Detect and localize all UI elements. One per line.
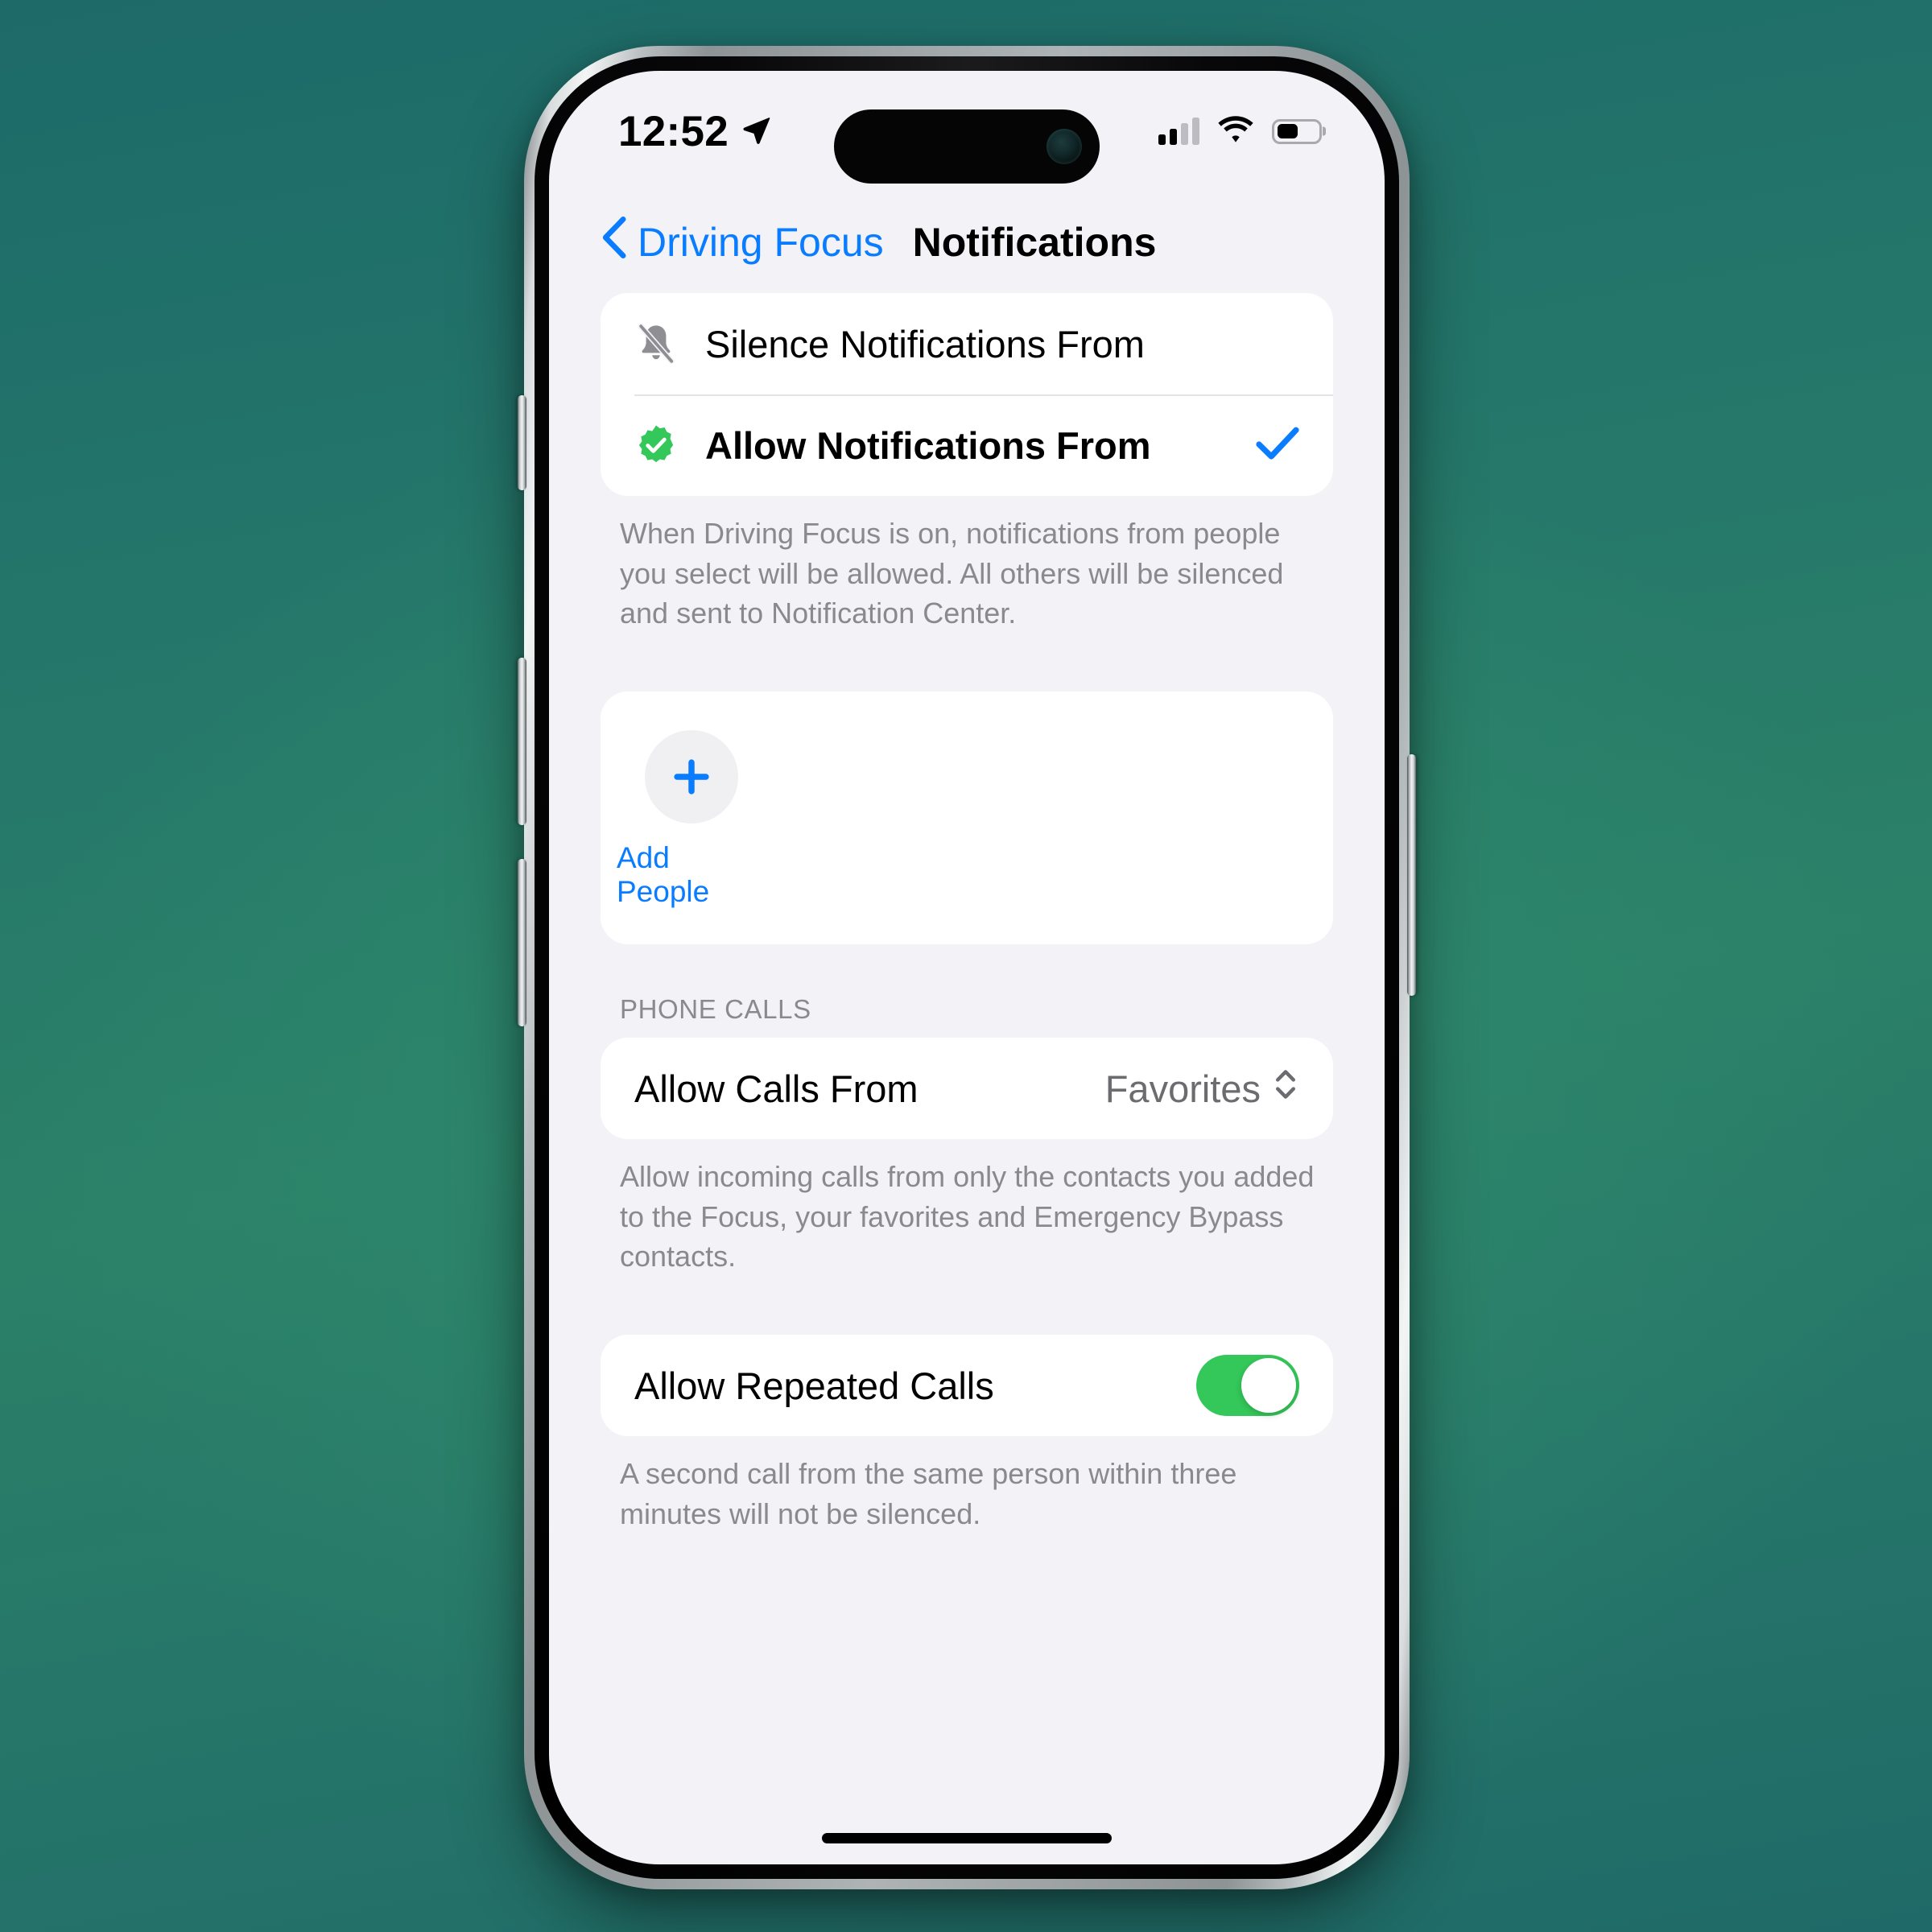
front-camera-icon xyxy=(1046,129,1082,164)
repeated-calls-footnote: A second call from the same person withi… xyxy=(620,1457,1237,1530)
row-allow-repeated-calls[interactable]: Allow Repeated Calls xyxy=(601,1335,1333,1436)
allow-calls-value-text: Favorites xyxy=(1104,1067,1261,1110)
row-label: Allow Calls From xyxy=(634,1067,919,1110)
power-button[interactable] xyxy=(1407,754,1416,996)
phone-calls-section-header: PHONE CALLS xyxy=(620,994,811,1025)
battery-icon xyxy=(1272,118,1322,144)
volume-up-button[interactable] xyxy=(518,658,526,825)
row-label: Silence Notifications From xyxy=(705,322,1145,365)
status-time: 12:52 xyxy=(618,107,729,155)
action-button[interactable] xyxy=(518,395,526,490)
add-people-button[interactable]: Add People xyxy=(617,730,766,909)
mode-footnote: When Driving Focus is on, notifications … xyxy=(620,517,1284,630)
wallpaper-backdrop: 12:52 Driving Focus Notifications Silenc… xyxy=(0,0,1932,1932)
add-people-label: Add People xyxy=(617,841,710,909)
navigation-bar: Driving Focus Notifications xyxy=(549,192,1385,293)
status-bar-right xyxy=(1158,115,1322,147)
row-label: Allow Repeated Calls xyxy=(634,1364,994,1407)
status-bar: 12:52 xyxy=(549,71,1385,192)
status-bar-left: 12:52 xyxy=(618,107,772,156)
battery-fill xyxy=(1277,124,1298,138)
people-card: Add People xyxy=(601,691,1333,945)
toggle-knob xyxy=(1241,1358,1296,1414)
plus-icon xyxy=(645,730,738,824)
back-button-label: Driving Focus xyxy=(638,220,884,265)
volume-down-button[interactable] xyxy=(518,859,526,1026)
phone-screen: 12:52 Driving Focus Notifications Silenc… xyxy=(549,71,1385,1864)
repeated-calls-card: Allow Repeated Calls xyxy=(601,1335,1333,1437)
checkmark-icon xyxy=(1256,426,1299,465)
iphone-device: 12:52 Driving Focus Notifications Silenc… xyxy=(518,46,1416,1889)
green-check-badge-icon xyxy=(634,423,678,467)
chevron-up-down-icon xyxy=(1272,1065,1299,1113)
page-title: Notifications xyxy=(912,220,1157,265)
back-button[interactable]: Driving Focus xyxy=(602,217,884,268)
bell-slash-icon xyxy=(634,322,678,365)
row-silence-notifications-from[interactable]: Silence Notifications From xyxy=(601,293,1333,394)
cellular-signal-icon xyxy=(1158,118,1199,145)
allow-calls-card: Allow Calls From Favorites xyxy=(601,1038,1333,1140)
row-allow-calls-from[interactable]: Allow Calls From Favorites xyxy=(601,1038,1333,1139)
location-arrow-icon xyxy=(740,114,772,150)
allow-calls-value: Favorites xyxy=(1105,1065,1299,1113)
allow-repeated-calls-toggle[interactable] xyxy=(1196,1355,1299,1417)
notification-mode-card: Silence Notifications From Allow Notific… xyxy=(601,293,1333,496)
row-allow-notifications-from[interactable]: Allow Notifications From xyxy=(601,394,1333,496)
row-label: Allow Notifications From xyxy=(705,423,1151,467)
allow-calls-footnote: Allow incoming calls from only the conta… xyxy=(620,1160,1315,1274)
home-indicator[interactable] xyxy=(822,1833,1112,1843)
wifi-icon xyxy=(1217,115,1254,147)
settings-content: Silence Notifications From Allow Notific… xyxy=(549,293,1385,1864)
chevron-left-icon xyxy=(602,217,626,268)
dynamic-island xyxy=(834,109,1100,184)
